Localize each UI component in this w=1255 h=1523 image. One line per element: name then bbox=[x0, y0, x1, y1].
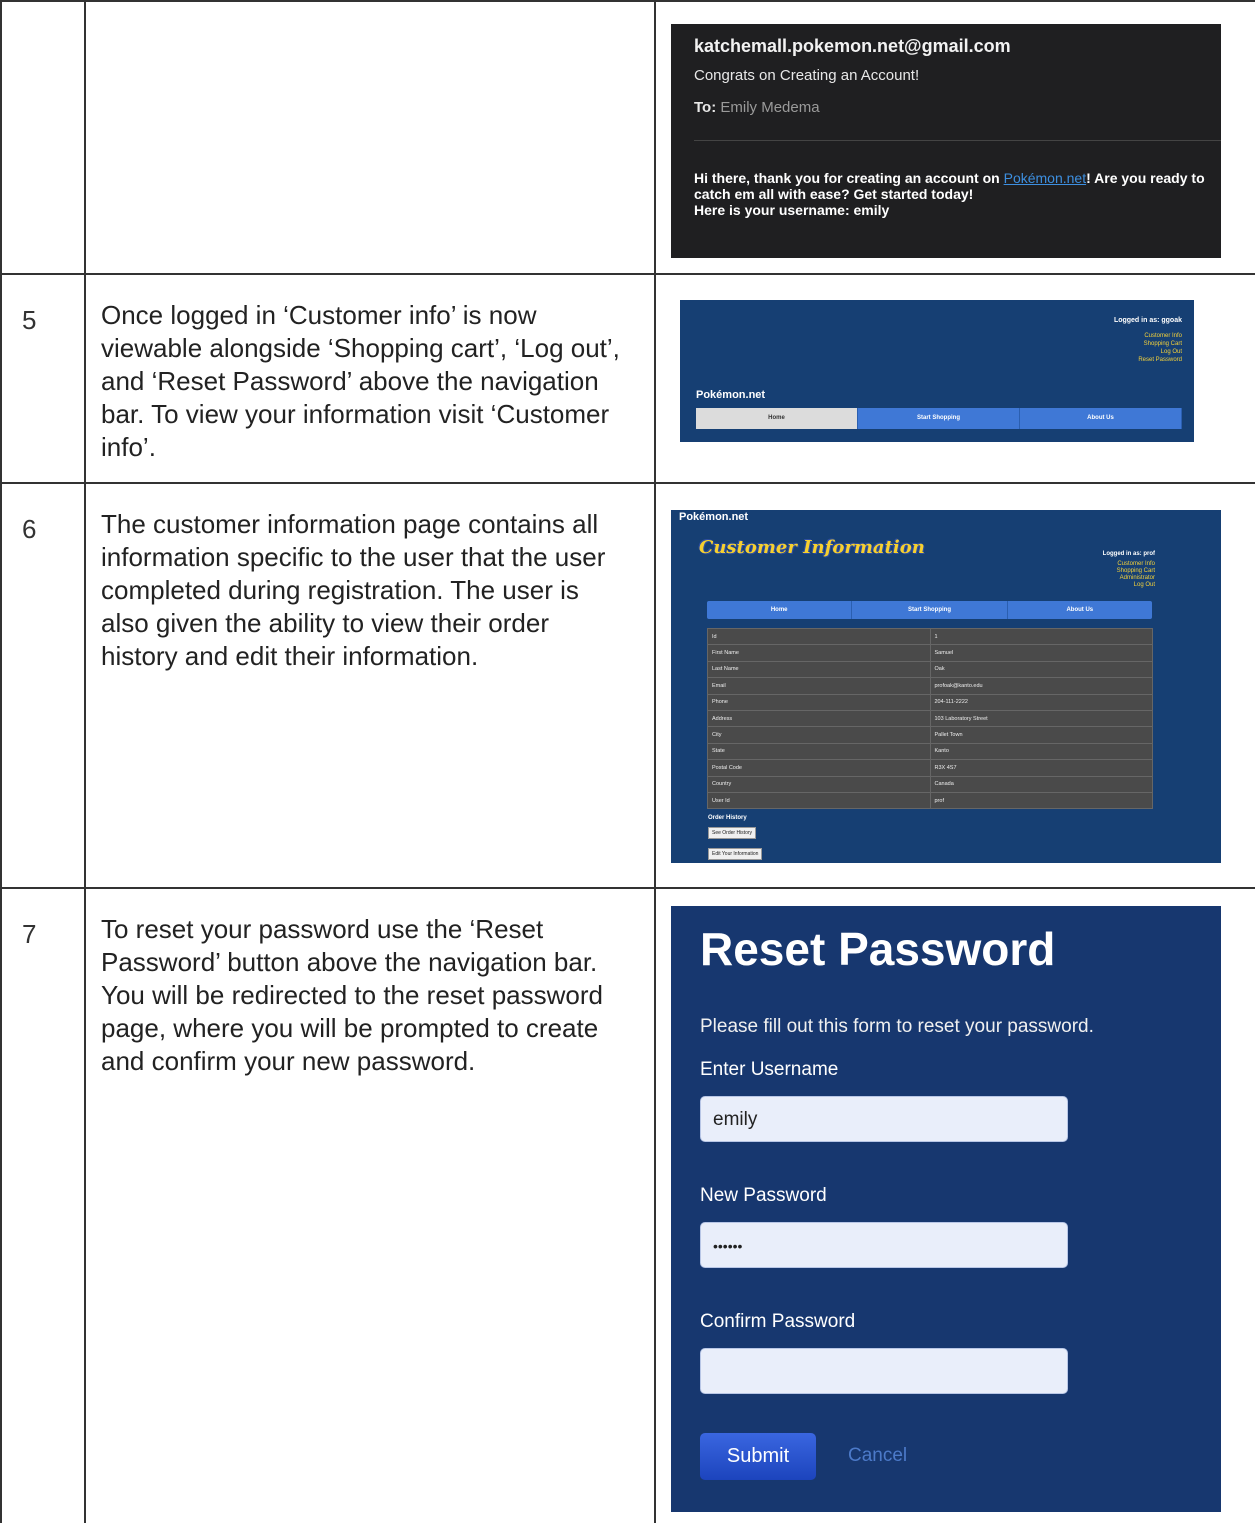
nav-home[interactable]: Home bbox=[696, 408, 858, 429]
page-title: Customer Information bbox=[699, 537, 925, 558]
navigation-bar: Home Start Shopping About Us bbox=[696, 408, 1182, 429]
nav-start-shopping[interactable]: Start Shopping bbox=[852, 601, 1008, 619]
reset-password-link[interactable]: Reset Password bbox=[1138, 356, 1182, 364]
field-label: City bbox=[707, 726, 931, 744]
table-rule bbox=[0, 273, 1255, 275]
email-screenshot: katchemall.pokemon.net@gmail.com Congrat… bbox=[671, 24, 1221, 258]
field-value: 204-111-2222 bbox=[929, 693, 1153, 711]
nav-about-us[interactable]: About Us bbox=[1008, 601, 1152, 619]
table-row: City Pallet Town bbox=[707, 726, 1153, 744]
step-description: The customer information page contains a… bbox=[101, 509, 606, 671]
field-value: Kanto bbox=[929, 742, 1153, 761]
confirm-password-label: Confirm Password bbox=[700, 1311, 856, 1332]
site-brand: Pokémon.net bbox=[696, 389, 766, 401]
table-row: User Id prof bbox=[707, 791, 1153, 810]
cancel-link[interactable]: Cancel bbox=[848, 1445, 907, 1467]
field-label: Email bbox=[707, 677, 931, 695]
table-row: Phone 204-111-2222 bbox=[707, 693, 1153, 711]
field-value: profoak@kanto.edu bbox=[929, 677, 1153, 695]
field-label: Phone bbox=[707, 693, 931, 711]
field-value: prof bbox=[929, 791, 1153, 810]
field-value: R3X 4S7 bbox=[929, 759, 1153, 777]
username-input[interactable]: emily bbox=[700, 1096, 1068, 1142]
email-divider bbox=[694, 140, 1221, 141]
table-rule bbox=[0, 482, 1255, 484]
field-label: Last Name bbox=[707, 660, 931, 679]
new-password-label: New Password bbox=[700, 1185, 827, 1206]
field-label: Country bbox=[707, 775, 931, 793]
field-label: Address bbox=[707, 709, 931, 728]
navigation-screenshot: Logged in as: ggoak Customer Info Shoppi… bbox=[680, 300, 1194, 442]
step-number: 5 bbox=[22, 305, 37, 335]
field-label: User Id bbox=[707, 791, 931, 810]
step-description: Once logged in ‘Customer info’ is now vi… bbox=[101, 300, 620, 462]
step-number: 7 bbox=[22, 919, 37, 949]
field-value: Samuel bbox=[929, 644, 1153, 662]
email-sender: katchemall.pokemon.net@gmail.com bbox=[694, 36, 1011, 56]
site-brand: Pokémon.net bbox=[679, 511, 749, 523]
shopping-cart-link[interactable]: Shopping Cart bbox=[1138, 340, 1182, 348]
logged-in-label: Logged in as: ggoak bbox=[1113, 317, 1182, 324]
to-label: To: bbox=[694, 99, 717, 116]
administrator-link[interactable]: Administrator bbox=[1117, 575, 1155, 582]
form-instructions: Please fill out this form to reset your … bbox=[700, 1016, 1094, 1037]
nav-start-shopping[interactable]: Start Shopping bbox=[858, 408, 1020, 429]
customer-info-link[interactable]: Customer Info bbox=[1138, 332, 1182, 340]
nav-home[interactable]: Home bbox=[707, 601, 853, 619]
username-label: Enter Username bbox=[700, 1059, 839, 1080]
reset-password-screenshot: Reset Password Please fill out this form… bbox=[671, 906, 1221, 1512]
page-title: Reset Password bbox=[700, 923, 1056, 975]
customer-info-link[interactable]: Customer Info bbox=[1117, 561, 1155, 568]
username-line: Here is your username: emily bbox=[694, 202, 890, 218]
table-rule bbox=[0, 887, 1255, 889]
account-links: Customer Info Shopping Cart Administrato… bbox=[1117, 561, 1155, 589]
table-row: Postal Code R3X 4S7 bbox=[707, 759, 1153, 777]
customer-info-screenshot: Pokémon.net Customer Information Logged … bbox=[671, 510, 1221, 863]
table-row: Id 1 bbox=[707, 627, 1153, 646]
table-rule bbox=[0, 0, 2, 1523]
email-body: Hi there, thank you for creating an acco… bbox=[694, 170, 1219, 218]
pokemon-net-link[interactable]: Pokémon.net bbox=[1004, 170, 1087, 186]
step-number: 6 bbox=[22, 514, 37, 544]
field-label: First Name bbox=[707, 644, 931, 662]
field-value: 103 Laboratory Street bbox=[929, 709, 1153, 728]
nav-about-us[interactable]: About Us bbox=[1020, 408, 1182, 429]
table-row: Address 103 Laboratory Street bbox=[707, 709, 1153, 728]
confirm-password-input[interactable] bbox=[700, 1348, 1068, 1394]
shopping-cart-link[interactable]: Shopping Cart bbox=[1117, 568, 1155, 575]
account-links: Customer Info Shopping Cart Log Out Rese… bbox=[1138, 332, 1182, 364]
table-row: Country Canada bbox=[707, 775, 1153, 793]
table-row: First Name Samuel bbox=[707, 644, 1153, 662]
field-value: 1 bbox=[929, 627, 1153, 646]
field-label: Id bbox=[707, 627, 931, 646]
table-rule bbox=[0, 0, 1255, 2]
table-row: Last Name Oak bbox=[707, 660, 1153, 679]
new-password-input[interactable]: •••••• bbox=[700, 1222, 1068, 1268]
field-label: State bbox=[707, 742, 931, 761]
body-text: Hi there, thank you for creating an acco… bbox=[694, 170, 1004, 186]
field-value: Pallet Town bbox=[929, 726, 1153, 744]
see-order-history-button[interactable]: See Order History bbox=[708, 827, 757, 839]
email-subject: Congrats on Creating an Account! bbox=[694, 67, 920, 84]
log-out-link[interactable]: Log Out bbox=[1117, 582, 1155, 589]
submit-button[interactable]: Submit bbox=[700, 1433, 816, 1480]
table-row: State Kanto bbox=[707, 742, 1153, 761]
table-row: Email profoak@kanto.edu bbox=[707, 677, 1153, 695]
recipient-name: Emily Medema bbox=[720, 99, 820, 116]
order-history-heading: Order History bbox=[708, 815, 747, 821]
logged-in-label: Logged in as: prof bbox=[1102, 551, 1155, 557]
field-label: Postal Code bbox=[707, 759, 931, 777]
field-value: Oak bbox=[929, 660, 1153, 679]
navigation-bar: Home Start Shopping About Us bbox=[707, 601, 1152, 619]
customer-info-table: Id 1 First Name Samuel Last Name Oak Email prof… bbox=[707, 627, 1153, 810]
field-value: Canada bbox=[929, 775, 1153, 793]
email-recipient: To: Emily Medema bbox=[694, 99, 820, 116]
edit-information-button[interactable]: Edit Your Information bbox=[708, 848, 763, 860]
step-description: To reset your password use the ‘Reset Pa… bbox=[101, 914, 603, 1076]
table-rule bbox=[654, 0, 656, 1523]
log-out-link[interactable]: Log Out bbox=[1138, 348, 1182, 356]
table-rule bbox=[84, 0, 86, 1523]
